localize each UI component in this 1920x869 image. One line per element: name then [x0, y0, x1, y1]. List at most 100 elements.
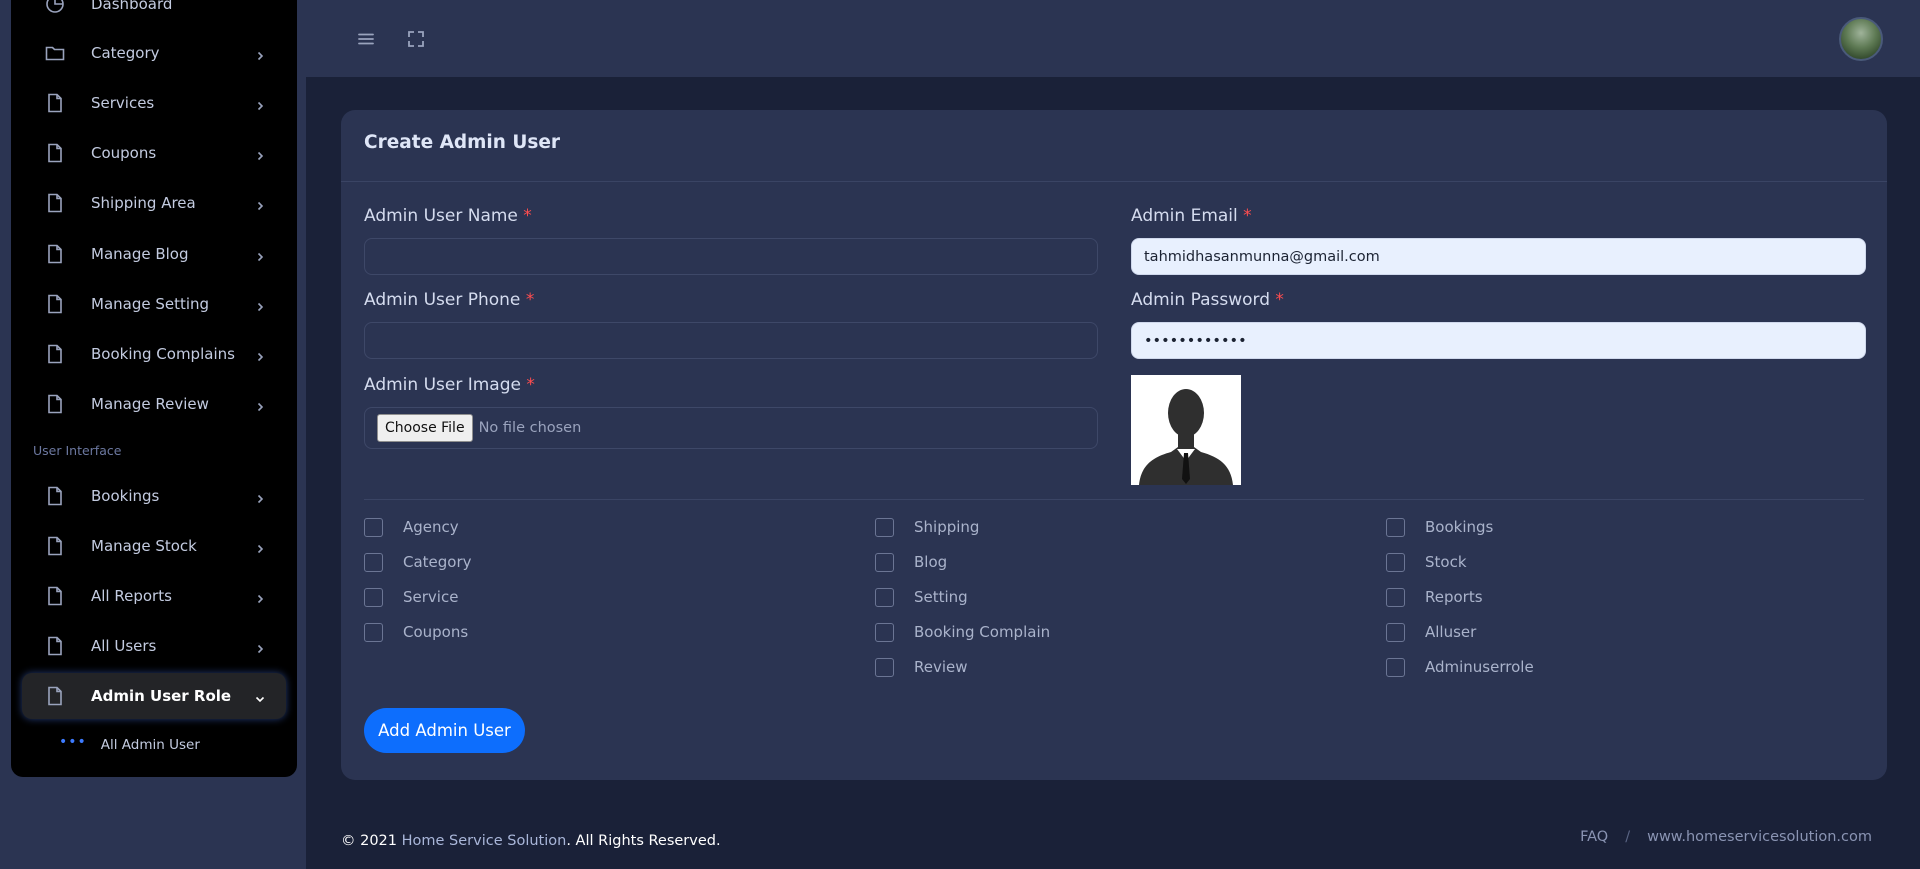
sidebar-item-shipping-area[interactable]: Shipping Area: [22, 180, 286, 226]
permission-checkbox[interactable]: [364, 517, 383, 537]
permission-reports[interactable]: Reports: [1386, 587, 1483, 607]
permission-stock[interactable]: Stock: [1386, 552, 1467, 572]
phone-label: Admin User Phone *: [364, 290, 534, 310]
divider: [341, 181, 1887, 182]
sidebar-item-admin-user-role[interactable]: Admin User Role: [22, 673, 286, 719]
permission-service[interactable]: Service: [364, 587, 458, 607]
sidebar-item-manage-setting[interactable]: Manage Setting: [22, 281, 286, 327]
permission-checkbox[interactable]: [875, 622, 894, 642]
footer-links: FAQ / www.homeservicesolution.com: [1580, 829, 1872, 845]
permission-checkbox[interactable]: [1386, 552, 1405, 572]
sidebar-item-label: Bookings: [91, 487, 160, 505]
file-icon: [44, 585, 66, 607]
choose-file-button[interactable]: Choose File: [377, 414, 473, 442]
permission-label: Stock: [1425, 553, 1467, 571]
permission-booking-complain[interactable]: Booking Complain: [875, 622, 1050, 642]
sidebar-item-label: Services: [91, 94, 155, 112]
sidebar-item-manage-stock[interactable]: Manage Stock: [22, 523, 286, 569]
image-label: Admin User Image *: [364, 375, 535, 395]
sidebar-item-coupons[interactable]: Coupons: [22, 130, 286, 176]
sidebar-item-booking-complains[interactable]: Booking Complains: [22, 331, 286, 377]
permission-checkbox[interactable]: [875, 517, 894, 537]
user-avatar[interactable]: [1839, 17, 1883, 61]
admin-user-image-input[interactable]: Choose File No file chosen: [364, 407, 1098, 449]
sidebar-item-category[interactable]: Category: [22, 30, 286, 76]
permission-checkbox[interactable]: [1386, 517, 1405, 537]
permission-blog[interactable]: Blog: [875, 552, 947, 572]
file-icon: [44, 485, 66, 507]
chevron-right-icon: [254, 590, 266, 604]
chevron-right-icon: [254, 248, 266, 262]
sidebar-item-label: All Users: [91, 637, 157, 655]
chevron-right-icon: [254, 640, 266, 654]
email-label: Admin Email *: [1131, 206, 1252, 226]
permission-checkbox[interactable]: [1386, 587, 1405, 607]
file-icon: [44, 535, 66, 557]
permission-checkbox[interactable]: [875, 587, 894, 607]
permission-shipping[interactable]: Shipping: [875, 517, 979, 537]
admin-user-phone-input[interactable]: [364, 322, 1098, 359]
businessman-silhouette-icon: [1131, 375, 1241, 485]
permission-setting[interactable]: Setting: [875, 587, 968, 607]
permission-checkbox[interactable]: [875, 552, 894, 572]
footer-brand-link[interactable]: Home Service Solution: [402, 833, 567, 849]
permission-category[interactable]: Category: [364, 552, 472, 572]
permission-coupons[interactable]: Coupons: [364, 622, 468, 642]
file-icon: [44, 192, 66, 214]
chevron-right-icon: [254, 398, 266, 412]
permission-label: Alluser: [1425, 623, 1477, 641]
permission-checkbox[interactable]: [364, 552, 383, 572]
permission-label: Booking Complain: [914, 623, 1051, 641]
sidebar-section-label: User Interface: [33, 443, 122, 458]
add-admin-user-button[interactable]: Add Admin User: [364, 708, 525, 753]
permission-review[interactable]: Review: [875, 657, 968, 677]
create-admin-user-card: Create Admin User Admin User Name * Admi…: [341, 110, 1887, 780]
sidebar-item-label: Dashboard: [91, 0, 173, 13]
permission-label: Shipping: [914, 518, 980, 536]
file-icon: [44, 293, 66, 315]
sidebar-item-label: Manage Blog: [91, 245, 189, 263]
permission-adminuserrole[interactable]: Adminuserrole: [1386, 657, 1534, 677]
website-link[interactable]: www.homeservicesolution.com: [1647, 829, 1872, 845]
sidebar-item-all-users[interactable]: All Users: [22, 623, 286, 669]
admin-password-input[interactable]: [1131, 322, 1866, 359]
name-label: Admin User Name *: [364, 206, 532, 226]
chevron-right-icon: [254, 348, 266, 362]
sidebar-item-bookings[interactable]: Bookings: [22, 473, 286, 519]
permission-agency[interactable]: Agency: [364, 517, 459, 537]
phone-label-text: Admin User Phone: [364, 290, 521, 310]
sidebar-subitem-all-admin-user[interactable]: ••• All Admin User: [59, 734, 200, 755]
sidebar-item-services[interactable]: Services: [22, 80, 286, 126]
permission-checkbox[interactable]: [364, 622, 383, 642]
sidebar-item-label: Shipping Area: [91, 194, 196, 212]
sidebar-item-label: Manage Setting: [91, 295, 210, 313]
permission-label: Adminuserrole: [1425, 658, 1534, 676]
permission-label: Service: [403, 588, 459, 606]
permission-checkbox[interactable]: [1386, 622, 1405, 642]
admin-user-name-input[interactable]: [364, 238, 1098, 275]
sidebar-item-label: Manage Review: [91, 395, 209, 413]
sidebar-item-all-reports[interactable]: All Reports: [22, 573, 286, 619]
permission-checkbox[interactable]: [1386, 657, 1405, 677]
page-title: Create Admin User: [364, 132, 561, 153]
folder-icon: [44, 42, 66, 64]
dots-icon: •••: [59, 734, 87, 750]
permission-alluser[interactable]: Alluser: [1386, 622, 1476, 642]
permission-bookings[interactable]: Bookings: [1386, 517, 1493, 537]
required-mark: *: [1243, 206, 1252, 226]
permission-label: Category: [403, 553, 472, 571]
sidebar-item-manage-review[interactable]: Manage Review: [22, 381, 286, 427]
faq-link[interactable]: FAQ: [1580, 829, 1608, 845]
permission-checkbox[interactable]: [875, 657, 894, 677]
permission-label: Blog: [914, 553, 948, 571]
permission-checkbox[interactable]: [364, 587, 383, 607]
copyright-suffix: . All Rights Reserved.: [566, 833, 721, 849]
sidebar: Dashboard Category Services Coupons Shipping…: [11, 0, 297, 777]
hamburger-icon[interactable]: [356, 29, 376, 49]
admin-email-input[interactable]: [1131, 238, 1866, 275]
chevron-right-icon: [254, 490, 266, 504]
sidebar-item-manage-blog[interactable]: Manage Blog: [22, 231, 286, 277]
footer-copyright: © 2021 Home Service Solution. All Rights…: [341, 833, 721, 849]
sidebar-item-dashboard[interactable]: Dashboard: [22, 0, 286, 27]
fullscreen-icon[interactable]: [406, 29, 426, 49]
